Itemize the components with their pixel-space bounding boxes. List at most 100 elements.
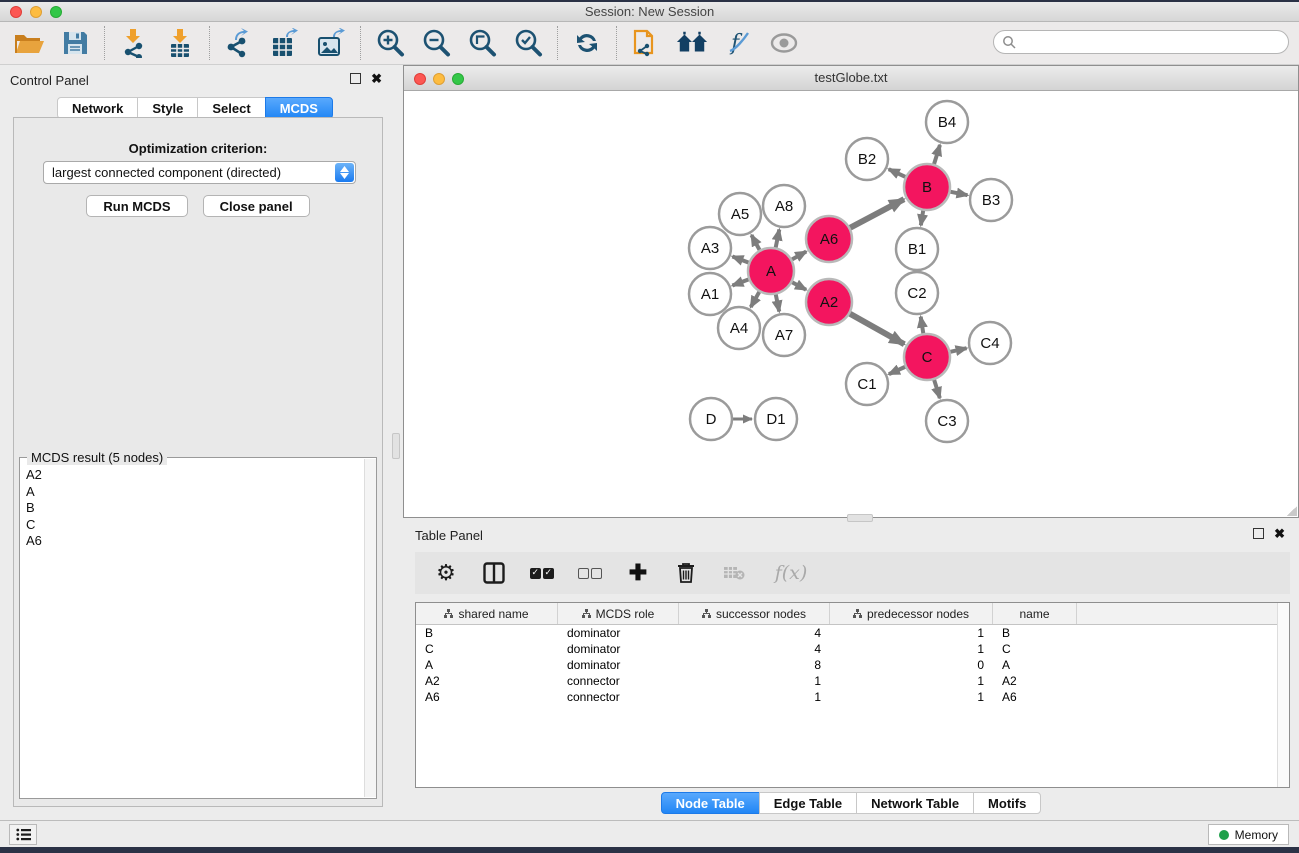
run-mcds-button[interactable]: Run MCDS	[86, 195, 187, 217]
table-scrollbar[interactable]	[1277, 603, 1289, 787]
mcds-result-item[interactable]: A6	[26, 533, 363, 550]
graph-node-B4[interactable]: B4	[926, 101, 968, 143]
select-all-columns-icon[interactable]	[529, 560, 555, 586]
graph-node-D1[interactable]: D1	[755, 398, 797, 440]
table-row[interactable]: A6connector11A6	[416, 689, 1289, 705]
graph-node-D[interactable]: D	[690, 398, 732, 440]
toggle-function-icon[interactable]: f	[722, 27, 754, 59]
node-table: shared nameMCDS rolesuccessor nodesprede…	[415, 602, 1290, 788]
refresh-layout-icon[interactable]	[571, 27, 603, 59]
graph-edge-A6-B	[848, 199, 904, 229]
add-column-icon[interactable]: ✚	[625, 560, 651, 586]
close-panel-icon[interactable]: ✖	[371, 73, 382, 84]
window-resize-grip[interactable]	[1287, 506, 1297, 516]
graph-node-A2[interactable]: A2	[806, 279, 852, 325]
search-icon	[1002, 35, 1016, 49]
show-hide-eye-icon[interactable]	[768, 27, 800, 59]
search-input[interactable]	[993, 30, 1289, 54]
clone-network-document-icon[interactable]	[630, 27, 662, 59]
table-row[interactable]: A2connector11A2	[416, 673, 1289, 689]
float-panel-icon[interactable]	[350, 73, 361, 84]
delete-column-trash-icon[interactable]	[673, 560, 699, 586]
zoom-out-icon[interactable]	[420, 27, 452, 59]
mcds-result-list[interactable]: A2ABCA6	[20, 461, 363, 798]
float-table-panel-icon[interactable]	[1253, 528, 1264, 539]
control-panel-title: Control Panel	[10, 73, 89, 88]
graph-node-C[interactable]: C	[904, 334, 950, 380]
table-header-row: shared nameMCDS rolesuccessor nodesprede…	[416, 603, 1289, 625]
memory-button[interactable]: Memory	[1208, 824, 1289, 845]
result-list-scrollbar[interactable]	[364, 459, 376, 797]
criterion-dropdown[interactable]: largest connected component (directed)	[43, 161, 356, 184]
zoom-in-icon[interactable]	[374, 27, 406, 59]
tab-mcds[interactable]: MCDS	[265, 97, 333, 119]
mcds-result-item[interactable]: B	[26, 500, 363, 517]
column-header-shared-name[interactable]: shared name	[416, 603, 558, 624]
graph-node-A[interactable]: A	[748, 248, 794, 294]
column-type-icon	[853, 609, 862, 618]
tab-select[interactable]: Select	[197, 97, 265, 119]
graph-node-C4[interactable]: C4	[969, 322, 1011, 364]
close-table-panel-icon[interactable]: ✖	[1274, 528, 1285, 539]
column-header-MCDS-role[interactable]: MCDS role	[558, 603, 679, 624]
mcds-result-item[interactable]: A	[26, 484, 363, 501]
column-header-predecessor-nodes[interactable]: predecessor nodes	[830, 603, 993, 624]
tab-motifs[interactable]: Motifs	[973, 792, 1041, 814]
graph-node-A8[interactable]: A8	[763, 185, 805, 227]
table-cell: B	[993, 625, 1077, 641]
graph-node-C3[interactable]: C3	[926, 400, 968, 442]
network-canvas[interactable]: B4 B2 B B3 A8A5 A6 B1 A3 A C2 A1 A2 A4A7 C4 C C1 D D1 C3	[404, 91, 1298, 517]
import-table-icon[interactable]	[164, 27, 196, 59]
panel-splitter[interactable]	[390, 65, 403, 822]
graph-node-C2[interactable]: C2	[896, 272, 938, 314]
table-row[interactable]: Bdominator41B	[416, 625, 1289, 641]
column-settings-gear-icon[interactable]: ⚙	[433, 560, 459, 586]
table-row[interactable]: Adominator80A	[416, 657, 1289, 673]
table-cell: A	[416, 657, 558, 673]
table-toolbar: ⚙ ✚ f(x)	[415, 552, 1290, 594]
home-pages-icon[interactable]	[676, 27, 708, 59]
graph-node-A5[interactable]: A5	[719, 193, 761, 235]
horizontal-splitter-grip[interactable]	[847, 514, 873, 522]
table-row[interactable]: Cdominator41C	[416, 641, 1289, 657]
graph-node-B[interactable]: B	[904, 164, 950, 210]
tab-edge-table[interactable]: Edge Table	[759, 792, 857, 814]
tab-style[interactable]: Style	[137, 97, 198, 119]
export-table-icon[interactable]	[269, 27, 301, 59]
mcds-result-item[interactable]: A2	[26, 467, 363, 484]
zoom-selected-icon[interactable]	[512, 27, 544, 59]
graph-node-label: C3	[937, 413, 956, 430]
zoom-fit-icon[interactable]	[466, 27, 498, 59]
export-image-icon[interactable]	[315, 27, 347, 59]
graph-node-B1[interactable]: B1	[896, 228, 938, 270]
graph-node-A4[interactable]: A4	[718, 307, 760, 349]
graph-node-label: B3	[982, 192, 1000, 209]
mcds-result-item[interactable]: C	[26, 517, 363, 534]
tab-network-table[interactable]: Network Table	[856, 792, 974, 814]
task-history-button[interactable]	[9, 824, 37, 845]
tab-network[interactable]: Network	[57, 97, 138, 119]
splitter-grip[interactable]	[392, 433, 400, 459]
tab-node-table[interactable]: Node Table	[661, 792, 760, 814]
show-column-panel-icon[interactable]	[481, 560, 507, 586]
control-panel: Control Panel ✖ Network Style Select MCD…	[0, 65, 390, 822]
close-panel-button[interactable]: Close panel	[203, 195, 310, 217]
unselect-all-columns-icon[interactable]	[577, 560, 603, 586]
table-cell: connector	[558, 673, 679, 689]
import-network-icon[interactable]	[118, 27, 150, 59]
window-title: Session: New Session	[0, 4, 1299, 19]
graph-node-B3[interactable]: B3	[970, 179, 1012, 221]
graph-node-C1[interactable]: C1	[846, 363, 888, 405]
graph-node-A3[interactable]: A3	[689, 227, 731, 269]
column-header-name[interactable]: name	[993, 603, 1077, 624]
graph-node-B2[interactable]: B2	[846, 138, 888, 180]
export-network-icon[interactable]	[223, 27, 255, 59]
graph-node-A6[interactable]: A6	[806, 216, 852, 262]
open-folder-icon[interactable]	[13, 27, 45, 59]
graph-node-A1[interactable]: A1	[689, 273, 731, 315]
network-window-titlebar[interactable]: testGlobe.txt	[404, 66, 1298, 91]
save-session-icon[interactable]	[59, 27, 91, 59]
graph-node-A7[interactable]: A7	[763, 314, 805, 356]
table-cell: 0	[830, 657, 993, 673]
column-header-successor-nodes[interactable]: successor nodes	[679, 603, 830, 624]
